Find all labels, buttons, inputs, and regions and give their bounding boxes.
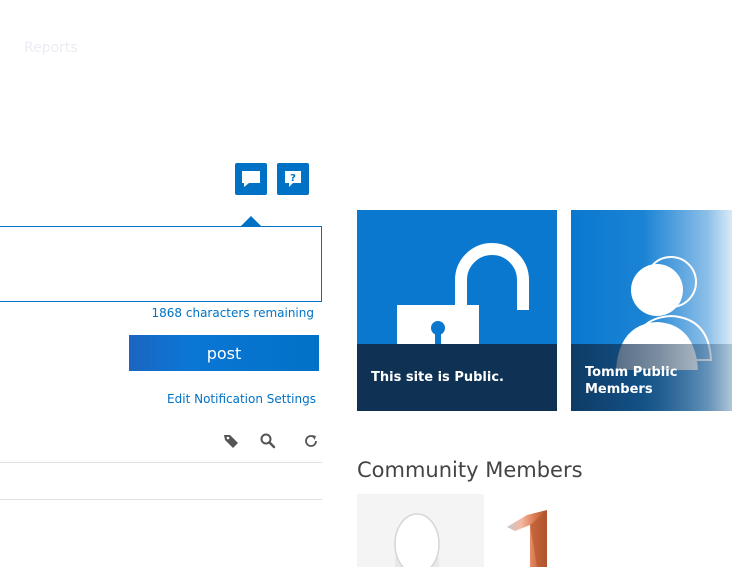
post-button[interactable]: post <box>129 335 319 371</box>
refresh-button[interactable] <box>302 432 320 450</box>
refresh-icon <box>305 435 317 447</box>
public-members-tile[interactable]: Tomm Public Members <box>571 210 732 411</box>
search-icon <box>260 433 276 449</box>
post-button-label: post <box>206 343 242 363</box>
edit-notification-settings-link[interactable]: Edit Notification Settings <box>167 392 316 406</box>
tile-caption: This site is Public. <box>357 344 557 411</box>
person-avatar-icon <box>394 513 440 567</box>
comment-mode-button[interactable] <box>235 163 267 195</box>
nav-reports-link[interactable]: Reports <box>24 40 78 56</box>
tag-icon <box>224 435 238 448</box>
tile-caption-line: Members <box>585 382 653 398</box>
member-avatar[interactable] <box>489 494 574 567</box>
member-avatar[interactable] <box>357 494 484 567</box>
question-icon: ? <box>285 171 301 187</box>
tile-caption: Tomm Public Members <box>571 344 732 411</box>
tag-button[interactable] <box>222 432 240 450</box>
speech-bubble-icon <box>242 171 260 187</box>
tile-caption-text: This site is Public. <box>371 370 504 385</box>
question-mode-button[interactable]: ? <box>277 163 309 195</box>
feed-divider <box>0 462 322 463</box>
tile-caption-line: Tomm Public <box>585 365 678 381</box>
community-members-heading: Community Members <box>357 458 583 482</box>
site-public-tile[interactable]: This site is Public. <box>357 210 557 411</box>
svg-text:?: ? <box>290 173 296 184</box>
characters-remaining: 1868 characters remaining <box>151 306 314 320</box>
number-one-graphic <box>507 510 547 567</box>
post-textarea[interactable] <box>0 226 322 302</box>
search-button[interactable] <box>259 432 277 450</box>
feed-divider <box>0 499 322 500</box>
